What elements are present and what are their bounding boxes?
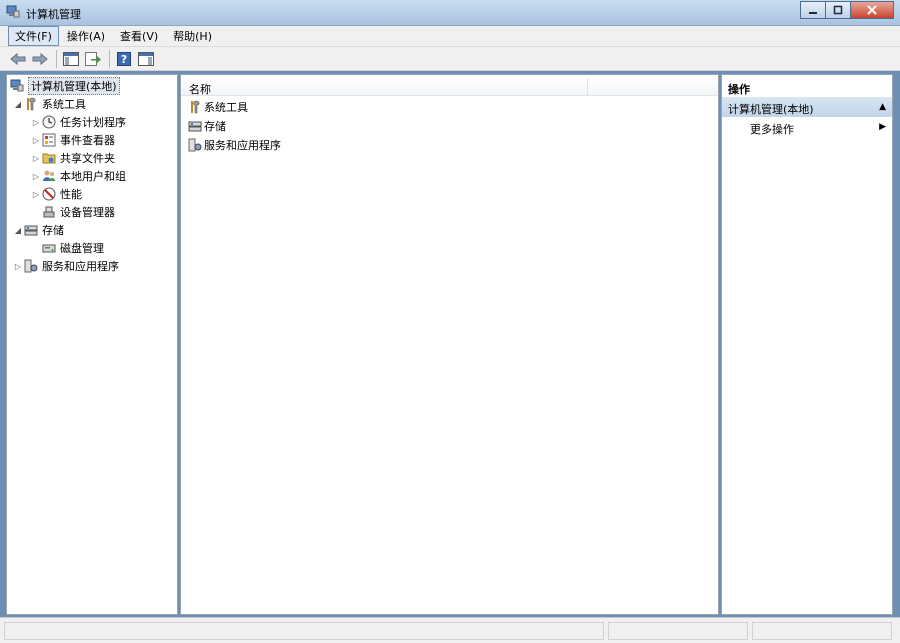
status-cell — [752, 622, 892, 640]
collapsed-arrow-icon[interactable]: ▷ — [31, 136, 41, 145]
tree-item-computer-management[interactable]: 计算机管理(本地) — [9, 77, 120, 95]
column-header-name[interactable]: 名称 — [189, 81, 211, 97]
menu-file[interactable]: 文件(F) — [8, 26, 59, 46]
list-item-system-tools[interactable]: 系统工具 — [187, 98, 248, 116]
tree-item-event-viewer[interactable]: ▷ 事件查看器 — [31, 131, 115, 149]
collapsed-arrow-icon[interactable]: ▷ — [31, 118, 41, 127]
tree-item-performance[interactable]: ▷ 性能 — [31, 185, 82, 203]
tools-icon — [187, 99, 203, 115]
back-arrow-icon — [10, 52, 26, 65]
export-list-button[interactable] — [83, 49, 103, 69]
menu-help[interactable]: 帮助(H) — [166, 26, 219, 46]
shared-folder-icon — [41, 150, 57, 166]
close-button[interactable] — [850, 1, 894, 19]
window-title: 计算机管理 — [26, 8, 81, 21]
minimize-button[interactable] — [800, 1, 826, 19]
forward-button[interactable] — [30, 49, 50, 69]
expanded-arrow-icon[interactable]: ◢ — [13, 100, 23, 109]
services-icon — [187, 137, 203, 153]
computer-management-icon — [9, 78, 25, 94]
toolbar-separator — [109, 49, 110, 68]
submenu-arrow-icon[interactable]: ▶ — [879, 122, 886, 132]
column-divider[interactable] — [587, 78, 588, 96]
list-item-storage[interactable]: 存储 — [187, 117, 226, 135]
device-manager-icon — [41, 204, 57, 220]
title-bar: 计算机管理 — [0, 0, 900, 26]
performance-icon — [41, 186, 57, 202]
expanded-arrow-icon[interactable]: ◢ — [13, 226, 23, 235]
show-hide-tree-button[interactable] — [61, 49, 81, 69]
list-header: 名称 — [181, 78, 718, 96]
show-hide-action-pane-icon — [138, 51, 154, 66]
svg-text:?: ? — [121, 53, 127, 66]
tree-item-storage[interactable]: ◢ 存储 — [13, 221, 64, 239]
status-cell — [4, 622, 604, 640]
event-viewer-icon — [41, 132, 57, 148]
show-hide-tree-icon — [63, 51, 79, 66]
list-item-services-applications[interactable]: 服务和应用程序 — [187, 136, 281, 154]
window-controls — [800, 1, 894, 19]
menu-view[interactable]: 查看(V) — [113, 26, 165, 46]
actions-section-label: 计算机管理(本地) — [728, 103, 814, 116]
menu-bar: 文件(F) 操作(A) 查看(V) 帮助(H) — [0, 26, 900, 47]
show-hide-action-pane-button[interactable] — [136, 49, 156, 69]
tree-item-device-manager[interactable]: 设备管理器 — [31, 203, 115, 221]
collapsed-arrow-icon[interactable]: ▷ — [31, 172, 41, 181]
collapsed-arrow-icon[interactable]: ▷ — [31, 154, 41, 163]
maximize-button[interactable] — [825, 1, 851, 19]
help-icon: ? — [117, 51, 131, 66]
tree-item-shared-folders[interactable]: ▷ 共享文件夹 — [31, 149, 115, 167]
menu-action[interactable]: 操作(A) — [60, 26, 112, 46]
storage-icon — [187, 118, 203, 134]
tree-item-services-applications[interactable]: ▷ 服务和应用程序 — [13, 257, 119, 275]
computer-management-icon — [6, 5, 20, 19]
tree-item-system-tools[interactable]: ◢ 系统工具 — [13, 95, 86, 113]
minimize-icon — [809, 12, 817, 14]
navigation-tree: 计算机管理(本地) ◢ 系统工具 ▷ 任务计划程序 ▷ 事件查看器 ▷ 共享文件… — [6, 74, 178, 615]
back-button[interactable] — [8, 49, 28, 69]
list-item-label: 系统工具 — [204, 101, 248, 114]
list-item-label: 服务和应用程序 — [204, 139, 281, 152]
services-icon — [23, 258, 39, 274]
help-button[interactable]: ? — [114, 49, 134, 69]
tree-item-local-users-groups[interactable]: ▷ 本地用户和组 — [31, 167, 126, 185]
tree-item-disk-management[interactable]: 磁盘管理 — [31, 239, 104, 257]
collapsed-arrow-icon[interactable]: ▷ — [31, 190, 41, 199]
toolbar-separator — [56, 49, 57, 68]
tree-item-task-scheduler[interactable]: ▷ 任务计划程序 — [31, 113, 126, 131]
status-cell — [608, 622, 748, 640]
status-bar — [0, 617, 900, 643]
actions-section-computer-management[interactable]: 计算机管理(本地) ▲ — [722, 97, 892, 117]
maximize-icon — [833, 5, 843, 15]
collapsed-arrow-icon[interactable]: ▷ — [13, 262, 23, 271]
list-item-label: 存储 — [204, 120, 226, 133]
close-icon — [867, 5, 877, 15]
storage-icon — [23, 222, 39, 238]
export-list-icon — [85, 51, 101, 66]
collapse-up-icon[interactable]: ▲ — [879, 102, 886, 112]
clock-icon — [41, 114, 57, 130]
users-icon — [41, 168, 57, 184]
disk-icon — [41, 240, 57, 256]
tree-item-label: 计算机管理(本地) — [28, 77, 120, 95]
actions-pane: 操作 计算机管理(本地) ▲ 更多操作 ▶ — [721, 74, 893, 615]
content-list: 名称 系统工具 存储 服务和应用程序 — [180, 74, 719, 615]
forward-arrow-icon — [32, 52, 48, 65]
toolbar: ? — [0, 47, 900, 71]
more-actions-item[interactable]: 更多操作 — [750, 121, 794, 137]
actions-header: 操作 — [728, 83, 750, 96]
tools-icon — [23, 96, 39, 112]
